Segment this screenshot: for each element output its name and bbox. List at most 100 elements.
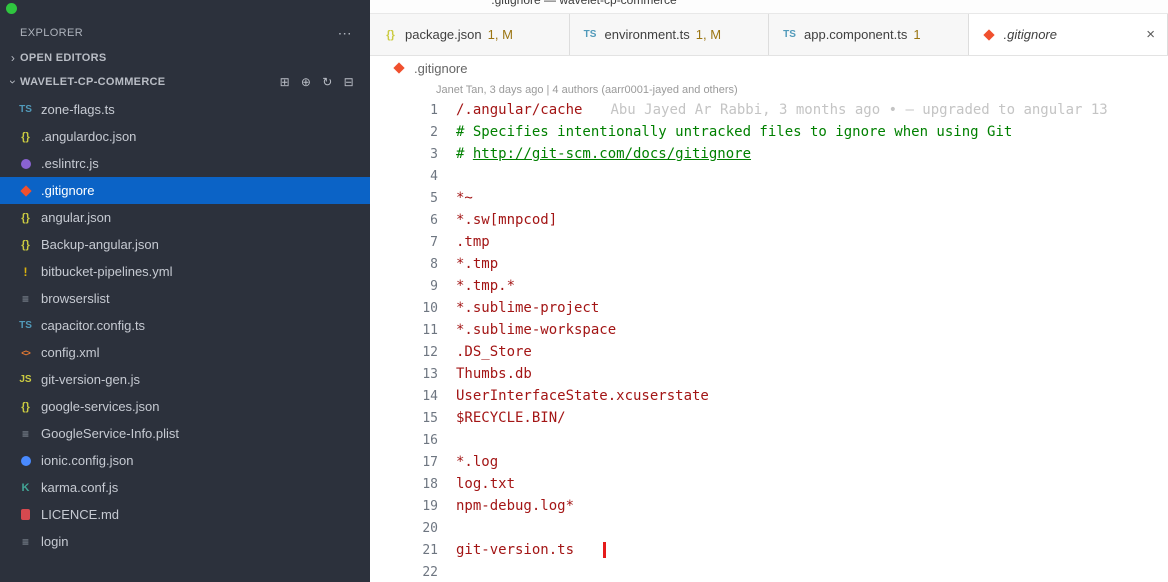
tab-app.component.ts[interactable]: TSapp.component.ts1 xyxy=(769,14,969,55)
gitignore-doc-link[interactable]: http://git-scm.com/docs/gitignore xyxy=(473,146,751,162)
tree-item-LICENCE.md[interactable]: LICENCE.md xyxy=(0,501,370,528)
tree-item-.angulardoc.json[interactable]: {}.angulardoc.json xyxy=(0,123,370,150)
traffic-light-green-icon[interactable] xyxy=(6,3,17,14)
file-name: .gitignore xyxy=(41,183,94,198)
code-line-20[interactable]: 20 xyxy=(370,517,1168,539)
line-number[interactable]: 10 xyxy=(370,301,438,316)
line-number[interactable]: 21 xyxy=(370,543,438,558)
tree-item-angular.json[interactable]: {}angular.json xyxy=(0,204,370,231)
line-number[interactable]: 9 xyxy=(370,279,438,294)
tree-item-config.xml[interactable]: <>config.xml xyxy=(0,339,370,366)
line-content: *.tmp.* xyxy=(456,278,1168,294)
workspace-label: WAVELET-CP-COMMERCE xyxy=(20,76,165,88)
tree-item-git-version-gen.js[interactable]: JS git-version-gen.js xyxy=(0,366,370,393)
code-line-15[interactable]: 15$RECYCLE.BIN/ xyxy=(370,407,1168,429)
tree-item-GoogleService-Info.plist[interactable]: ≡GoogleService-Info.plist xyxy=(0,420,370,447)
code-line-6[interactable]: 6 *.sw[mnpcod] xyxy=(370,209,1168,231)
line-number[interactable]: 11 xyxy=(370,323,438,338)
collapse-all-icon[interactable]: ⊟ xyxy=(344,75,354,89)
line-content: *.sw[mnpcod] xyxy=(456,212,1168,228)
line-text: Thumbs.db xyxy=(456,366,532,382)
refresh-icon[interactable]: ↻ xyxy=(322,75,332,89)
codelens-authors[interactable]: Janet Tan, 3 days ago | 4 authors (aarr0… xyxy=(436,80,1168,99)
code-line-14[interactable]: 14UserInterfaceState.xcuserstate xyxy=(370,385,1168,407)
line-number[interactable]: 6 xyxy=(370,213,438,228)
line-number[interactable]: 19 xyxy=(370,499,438,514)
tab-package.json[interactable]: {}package.json1, M xyxy=(370,14,570,55)
tree-item-ionic.config.json[interactable]: ionic.config.json xyxy=(0,447,370,474)
tree-item-google-services.json[interactable]: {}google-services.json xyxy=(0,393,370,420)
code-line-7[interactable]: 7 .tmp xyxy=(370,231,1168,253)
tree-item-capacitor.config.ts[interactable]: TScapacitor.config.ts xyxy=(0,312,370,339)
line-number[interactable]: 1 xyxy=(370,103,438,118)
line-number[interactable]: 4 xyxy=(370,169,438,184)
line-text: *.log xyxy=(456,454,498,470)
line-number[interactable]: 17 xyxy=(370,455,438,470)
close-tab-icon[interactable]: × xyxy=(1146,26,1155,43)
tree-item-browserslist[interactable]: ≡browserslist xyxy=(0,285,370,312)
code-line-17[interactable]: 17 *.log xyxy=(370,451,1168,473)
code-line-13[interactable]: 13 Thumbs.db xyxy=(370,363,1168,385)
code-line-1[interactable]: 1 /.angular/cacheAbu Jayed Ar Rabbi, 3 mo… xyxy=(370,99,1168,121)
line-number[interactable]: 22 xyxy=(370,565,438,580)
file-tree: TSzone-flags.ts{}.angulardoc.json.eslint… xyxy=(0,96,370,555)
chevron-right-icon: › xyxy=(6,51,20,65)
code-line-16[interactable]: 16 xyxy=(370,429,1168,451)
tree-item-.eslintrc.js[interactable]: .eslintrc.js xyxy=(0,150,370,177)
line-content: *.log xyxy=(456,454,1168,470)
explorer-header-label: EXPLORER xyxy=(20,27,83,39)
code-line-2[interactable]: 2# Specifies intentionally untracked fil… xyxy=(370,121,1168,143)
editor[interactable]: Janet Tan, 3 days ago | 4 authors (aarr0… xyxy=(370,80,1168,582)
yml-file-icon: ! xyxy=(17,264,34,280)
line-number[interactable]: 12 xyxy=(370,345,438,360)
code-lines: 1 /.angular/cacheAbu Jayed Ar Rabbi, 3 mo… xyxy=(370,99,1168,582)
code-line-18[interactable]: 18log.txt xyxy=(370,473,1168,495)
tab-environment.ts[interactable]: TSenvironment.ts1, M xyxy=(570,14,770,55)
tree-item-zone-flags.ts[interactable]: TSzone-flags.ts xyxy=(0,96,370,123)
file-name: git-version-gen.js xyxy=(41,372,140,387)
line-number[interactable]: 2 xyxy=(370,125,438,140)
line-number[interactable]: 13 xyxy=(370,367,438,382)
tree-item-Backup-angular.json[interactable]: {}Backup-angular.json xyxy=(0,231,370,258)
tab-.gitignore[interactable]: .gitignore× xyxy=(969,14,1168,55)
tree-item-login[interactable]: ≡login xyxy=(0,528,370,555)
code-line-12[interactable]: 12.DS_Store xyxy=(370,341,1168,363)
more-actions-icon[interactable]: ⋯ xyxy=(338,25,352,42)
code-line-21[interactable]: 21git-version.ts xyxy=(370,539,1168,561)
code-line-4[interactable]: 4 xyxy=(370,165,1168,187)
section-open-editors[interactable]: › OPEN EDITORS xyxy=(0,46,370,70)
line-number[interactable]: 15 xyxy=(370,411,438,426)
tree-item-karma.conf.js[interactable]: Kkarma.conf.js xyxy=(0,474,370,501)
code-line-19[interactable]: 19 npm-debug.log* xyxy=(370,495,1168,517)
line-number[interactable]: 14 xyxy=(370,389,438,404)
code-line-22[interactable]: 22 xyxy=(370,561,1168,582)
new-folder-icon[interactable]: ⊕ xyxy=(301,75,311,89)
line-content: /.angular/cacheAbu Jayed Ar Rabbi, 3 mon… xyxy=(456,102,1168,118)
tree-item-bitbucket-pipelines.yml[interactable]: !bitbucket-pipelines.yml xyxy=(0,258,370,285)
line-number[interactable]: 8 xyxy=(370,257,438,272)
new-file-icon[interactable]: ⊞ xyxy=(280,75,290,89)
line-number[interactable]: 16 xyxy=(370,433,438,448)
title-bar xyxy=(370,0,1168,14)
code-line-11[interactable]: 11 *.sublime-workspace xyxy=(370,319,1168,341)
line-number[interactable]: 18 xyxy=(370,477,438,492)
tree-item-.gitignore[interactable]: .gitignore xyxy=(0,177,370,204)
tab-label: package.json xyxy=(405,27,482,42)
code-line-3[interactable]: 3# http://git-scm.com/docs/gitignore xyxy=(370,143,1168,165)
line-text: npm-debug.log* xyxy=(456,498,574,514)
line-number[interactable]: 3 xyxy=(370,147,438,162)
workspace-actions: ⊞ ⊕ ↻ ⊟ xyxy=(280,75,354,89)
line-text: *.sublime-workspace xyxy=(456,322,616,338)
code-line-8[interactable]: 8*.tmp xyxy=(370,253,1168,275)
explorer-sidebar: EXPLORER ⋯ › OPEN EDITORS › WAVELET-CP-C… xyxy=(0,0,370,582)
line-content: .tmp xyxy=(456,234,1168,250)
section-workspace[interactable]: › WAVELET-CP-COMMERCE ⊞ ⊕ ↻ ⊟ xyxy=(0,70,370,94)
code-line-10[interactable]: 10*.sublime-project xyxy=(370,297,1168,319)
code-line-9[interactable]: 9 *.tmp.* xyxy=(370,275,1168,297)
breadcrumb[interactable]: .gitignore xyxy=(370,56,1168,80)
js-file-icon: JS xyxy=(17,372,34,388)
code-line-5[interactable]: 5*~ xyxy=(370,187,1168,209)
line-number[interactable]: 7 xyxy=(370,235,438,250)
line-number[interactable]: 5 xyxy=(370,191,438,206)
line-number[interactable]: 20 xyxy=(370,521,438,536)
